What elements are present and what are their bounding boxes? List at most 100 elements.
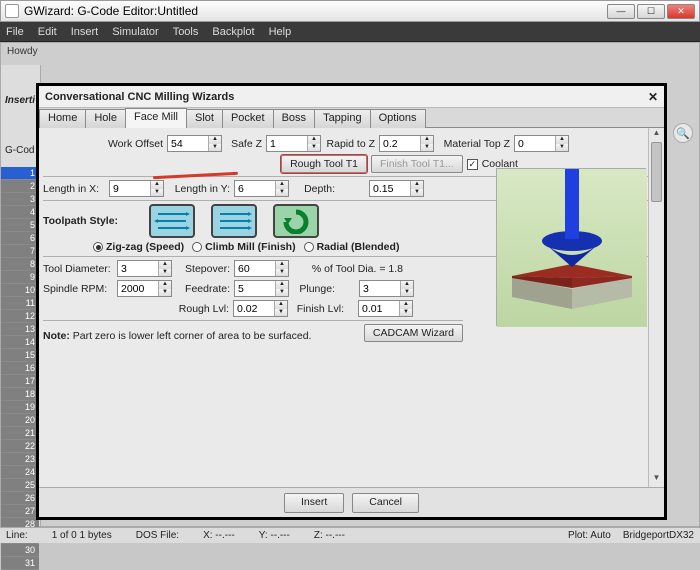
insert-panel-label: Inserti: [5, 95, 35, 106]
depth-input[interactable]: ▲▼: [369, 180, 424, 197]
minimize-button[interactable]: —: [607, 4, 635, 19]
status-dos: DOS File:: [136, 530, 179, 541]
status-machine: BridgeportDX32: [623, 530, 694, 541]
dia-input[interactable]: ▲▼: [117, 260, 172, 277]
safez-label: Safe Z: [226, 138, 262, 150]
plunge-label: Plunge:: [293, 283, 335, 295]
work-offset-label: Work Offset: [103, 138, 163, 150]
main-area: Howdy Inserti G-Cod 12345678910111213141…: [0, 42, 700, 527]
line-number: 9: [1, 271, 39, 284]
status-bytes: 1 of 0 1 bytes: [52, 530, 112, 541]
close-button[interactable]: ✕: [667, 4, 695, 19]
line-number: 19: [1, 401, 39, 414]
modal-overlay: Conversational CNC Milling Wizards ✕ Hom…: [36, 83, 667, 520]
dialog-footer: Insert Cancel: [39, 487, 664, 517]
leny-input[interactable]: ▲▼: [234, 180, 289, 197]
line-number: 14: [1, 336, 39, 349]
step-input[interactable]: ▲▼: [234, 260, 289, 277]
menu-insert[interactable]: Insert: [71, 26, 99, 38]
flvl-label: Finish Lvl:: [292, 303, 344, 315]
status-z: Z: --.---: [314, 530, 345, 541]
zigzag-tile[interactable]: [149, 204, 195, 238]
cadcam-wizard-button[interactable]: CADCAM Wizard: [364, 324, 463, 342]
wizard-dialog: Conversational CNC Milling Wizards ✕ Hom…: [39, 86, 664, 517]
zoom-icon[interactable]: 🔍: [673, 123, 693, 143]
lenx-label: Length in X:: [43, 183, 105, 195]
titlebar: GWizard: G-Code Editor:Untitled — ☐ ✕: [0, 0, 700, 22]
mattop-label: Material Top Z: [438, 138, 510, 150]
line-number: 8: [1, 258, 39, 271]
line-number: 26: [1, 492, 39, 505]
feed-label: Feedrate:: [176, 283, 230, 295]
left-panel: Inserti G-Cod 12345678910111213141516171…: [1, 65, 41, 526]
howdy-label: Howdy: [7, 46, 38, 57]
line-number: 16: [1, 362, 39, 375]
climb-tile[interactable]: [211, 204, 257, 238]
coolant-checkbox[interactable]: ✓: [467, 159, 478, 170]
status-x: X: --.---: [203, 530, 235, 541]
finish-tool-button[interactable]: Finish Tool T1...: [371, 155, 463, 173]
tab-tapping[interactable]: Tapping: [314, 109, 371, 128]
plunge-input[interactable]: ▲▼: [359, 280, 414, 297]
insert-button[interactable]: Insert: [284, 493, 344, 513]
work-offset-input[interactable]: ▲▼: [167, 135, 222, 152]
line-number: 1: [1, 167, 39, 180]
line-number: 4: [1, 206, 39, 219]
tab-boss[interactable]: Boss: [273, 109, 315, 128]
rapidz-label: Rapid to Z: [325, 138, 375, 150]
maximize-button[interactable]: ☐: [637, 4, 665, 19]
line-number: 24: [1, 466, 39, 479]
climb-radio[interactable]: Climb Mill (Finish): [192, 241, 295, 253]
step-note: % of Tool Dia. = 1.8: [293, 263, 403, 275]
menu-backplot[interactable]: Backplot: [212, 26, 254, 38]
tab-hole[interactable]: Hole: [85, 109, 126, 128]
rough-tool-button[interactable]: Rough Tool T1: [281, 155, 367, 173]
scroll-down-icon[interactable]: ▼: [649, 473, 664, 487]
menubar: File Edit Insert Simulator Tools Backplo…: [0, 22, 700, 42]
menu-simulator[interactable]: Simulator: [112, 26, 158, 38]
status-y: Y: --.---: [259, 530, 290, 541]
cancel-button[interactable]: Cancel: [352, 493, 419, 513]
rapidz-input[interactable]: ▲▼: [379, 135, 434, 152]
tab-options[interactable]: Options: [370, 109, 426, 128]
app-icon: [5, 4, 19, 18]
line-number: 31: [1, 557, 39, 570]
dialog-titlebar: Conversational CNC Milling Wizards ✕: [39, 86, 664, 108]
line-gutter: 1234567891011121314151617181920212223242…: [1, 167, 39, 526]
lenx-input[interactable]: ▲▼: [109, 180, 164, 197]
rpm-input[interactable]: ▲▼: [117, 280, 172, 297]
tab-face-mill[interactable]: Face Mill: [125, 108, 187, 128]
depth-label: Depth:: [293, 183, 335, 195]
feed-input[interactable]: ▲▼: [234, 280, 289, 297]
tab-slot[interactable]: Slot: [186, 109, 223, 128]
dialog-tabs: HomeHoleFace MillSlotPocketBossTappingOp…: [39, 108, 664, 128]
rlvl-input[interactable]: ▲▼: [233, 300, 288, 317]
line-number: 27: [1, 505, 39, 518]
gcode-panel-label: G-Cod: [5, 145, 34, 156]
tab-pocket[interactable]: Pocket: [222, 109, 274, 128]
safez-input[interactable]: ▲▼: [266, 135, 321, 152]
dia-label: Tool Diameter:: [43, 263, 113, 275]
line-number: 20: [1, 414, 39, 427]
rlvl-label: Rough Lvl:: [175, 303, 229, 315]
zigzag-radio[interactable]: Zig-zag (Speed): [93, 241, 184, 253]
mattop-input[interactable]: ▲▼: [514, 135, 569, 152]
tab-home[interactable]: Home: [39, 109, 86, 128]
status-plot: Plot: Auto: [568, 530, 611, 541]
line-number: 21: [1, 427, 39, 440]
menu-edit[interactable]: Edit: [38, 26, 57, 38]
rpm-label: Spindle RPM:: [43, 283, 113, 295]
radial-tile[interactable]: [273, 204, 319, 238]
preview-3d[interactable]: [496, 168, 646, 326]
flvl-input[interactable]: ▲▼: [358, 300, 413, 317]
scroll-up-icon[interactable]: ▲: [649, 128, 664, 142]
menu-tools[interactable]: Tools: [173, 26, 199, 38]
dialog-close-button[interactable]: ✕: [648, 90, 658, 104]
window-title: GWizard: G-Code Editor:Untitled: [24, 4, 607, 18]
dialog-scrollbar[interactable]: ▲ ▼: [648, 128, 664, 487]
dialog-title: Conversational CNC Milling Wizards: [45, 91, 234, 103]
menu-file[interactable]: File: [6, 26, 24, 38]
menu-help[interactable]: Help: [269, 26, 292, 38]
line-number: 6: [1, 232, 39, 245]
radial-radio[interactable]: Radial (Blended): [304, 241, 400, 253]
